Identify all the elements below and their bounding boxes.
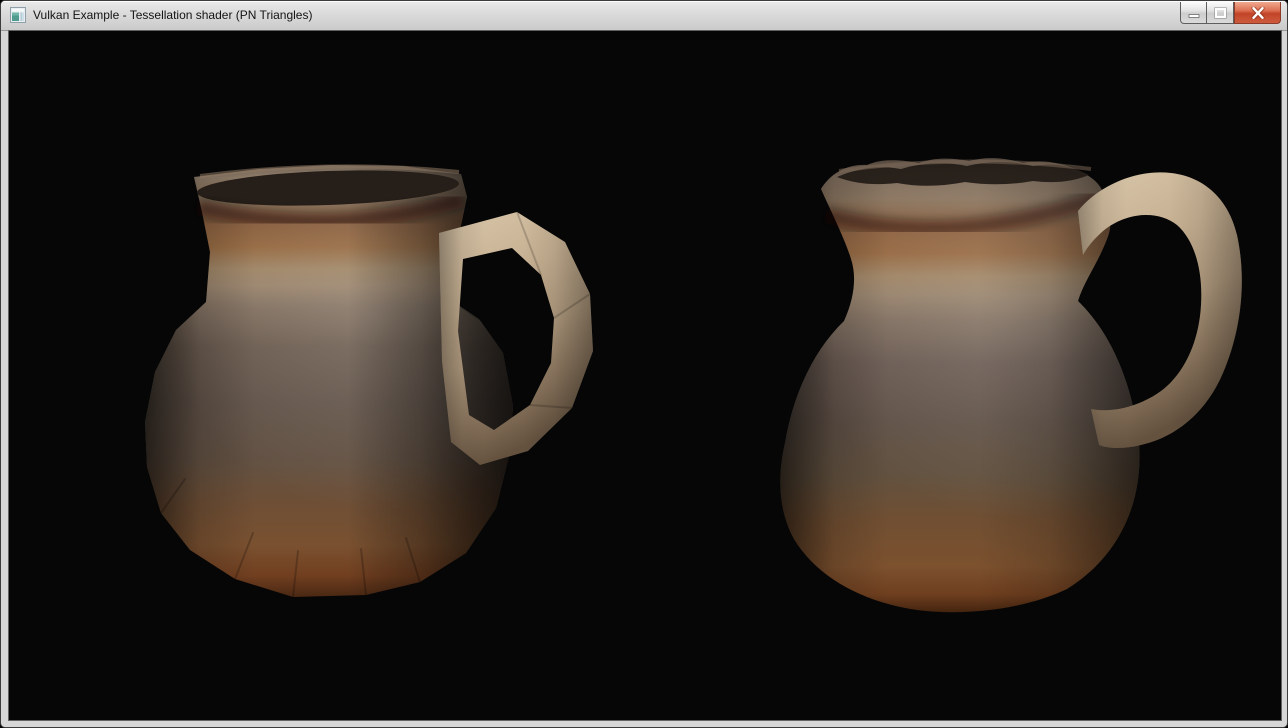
application-icon bbox=[10, 7, 26, 23]
vulkan-scene bbox=[9, 31, 1281, 720]
jug-tessellated bbox=[761, 141, 1261, 631]
maximize-icon bbox=[1214, 7, 1227, 19]
window-title: Vulkan Example - Tessellation shader (PN… bbox=[33, 1, 312, 30]
titlebar[interactable]: Vulkan Example - Tessellation shader (PN… bbox=[1, 1, 1287, 31]
render-viewport[interactable] bbox=[8, 30, 1282, 721]
jug-low-poly bbox=[131, 151, 611, 621]
window-controls bbox=[1180, 2, 1281, 24]
close-icon bbox=[1251, 7, 1265, 19]
app-window: Vulkan Example - Tessellation shader (PN… bbox=[0, 0, 1288, 728]
minimize-button[interactable] bbox=[1180, 2, 1207, 24]
minimize-icon bbox=[1188, 7, 1200, 19]
close-button[interactable] bbox=[1234, 2, 1281, 24]
maximize-button[interactable] bbox=[1207, 2, 1234, 24]
